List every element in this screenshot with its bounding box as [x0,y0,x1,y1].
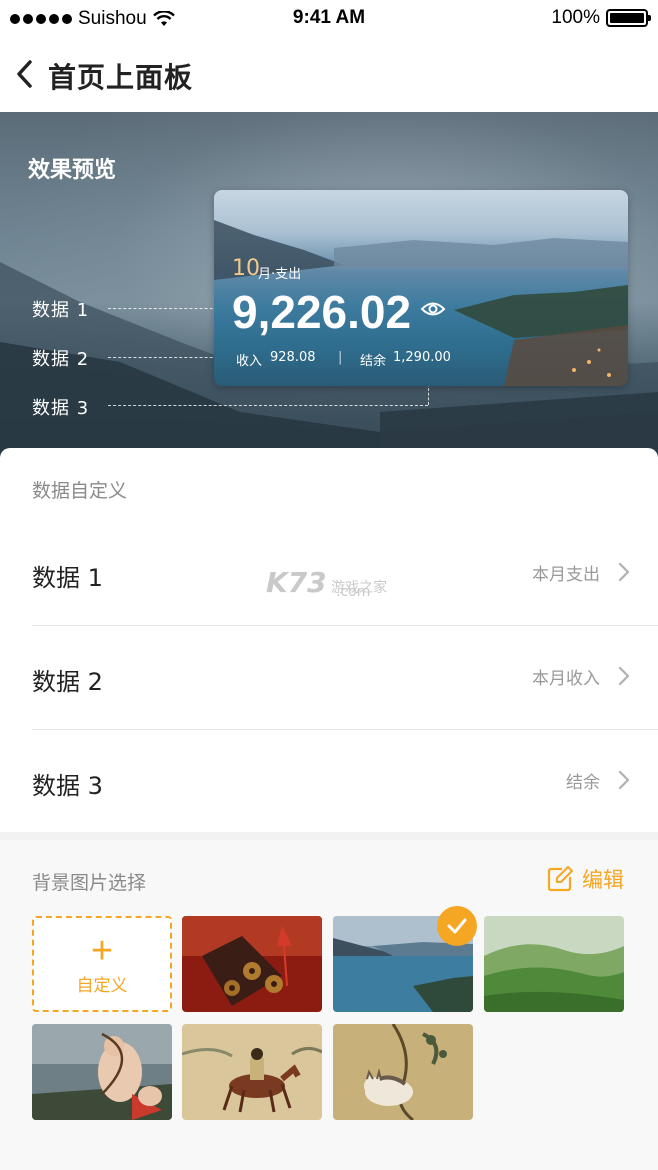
page-title: 首页上面板 [48,61,194,94]
background-section: 背景图片选择 编辑 + 自定义 [0,840,658,1170]
card-income-value: 928.08 [270,350,316,365]
chinese-knot-image [182,916,322,1012]
section-title-data: 数据自定义 [32,480,128,502]
preview-title: 效果预览 [28,158,117,183]
background-thumb-classical-painting[interactable] [32,1024,172,1120]
custom-label: 自定义 [76,975,128,996]
eye-icon [420,302,446,316]
card-amount: 9,226.02 [232,286,412,338]
check-icon [447,918,467,934]
edit-label: 编辑 [582,868,624,892]
green-hills-image [484,916,624,1012]
leader-line-2 [108,357,228,358]
chevron-right-icon [618,666,630,686]
custom-background-button[interactable]: + 自定义 [32,916,172,1012]
data-row-value: 结余 [566,773,600,793]
preview-label-2: 数据 2 [32,349,90,370]
horse-rider-image [182,1024,322,1120]
chevron-right-icon [618,562,630,582]
card-income-label: 收入 [236,354,263,369]
plus-icon: + [90,929,114,972]
background-thumb-horse-rider[interactable] [182,1024,322,1120]
preview-panel: 效果预览 数据 1 数据 2 数据 3 10 月·支出 9,226.02 收入 … [0,112,658,457]
back-button[interactable] [14,58,42,92]
preview-label-1: 数据 1 [32,300,90,321]
status-bar: Suishou 9:41 AM 100% [0,0,658,36]
background-thumb-cat-painting[interactable] [333,1024,473,1120]
section-gap [0,832,658,840]
card-month-label: 月·支出 [258,267,302,282]
background-thumb-green-hills[interactable] [484,916,624,1012]
data-custom-section: 数据自定义 数据 1 本月支出 数据 2 本月收入 数据 3 结余 [0,448,658,832]
preview-card: 10 月·支出 9,226.02 收入 928.08 | 结余 1,290.00 [214,190,628,386]
data-row-value: 本月支出 [532,565,600,585]
card-balance-label: 结余 [360,354,387,369]
data-row-label: 数据 2 [32,668,103,696]
data-row-3[interactable]: 数据 3 结余 [32,730,658,834]
data-row-2[interactable]: 数据 2 本月收入 [32,626,658,730]
leader-line-3 [108,405,428,406]
preview-label-3: 数据 3 [32,398,90,419]
data-row-label: 数据 1 [32,564,103,592]
background-thumb-chinese-knot[interactable] [182,916,322,1012]
selected-check-icon [437,906,477,946]
chevron-right-icon [618,770,630,790]
data-row-1[interactable]: 数据 1 本月支出 [32,522,658,626]
nav-bar: 首页上面板 [0,36,658,112]
data-row-value: 本月收入 [532,669,600,689]
edit-icon [547,866,573,892]
data-row-label: 数据 3 [32,772,103,800]
chevron-left-icon [17,60,32,88]
section-title-background: 背景图片选择 [32,872,147,894]
edit-button[interactable]: 编辑 [546,864,624,894]
card-separator: | [338,350,343,365]
battery-percent: 100% [551,7,600,28]
card-balance-value: 1,290.00 [393,350,451,365]
status-right: 100% [551,7,651,29]
leader-line-1 [108,308,228,309]
battery-icon [606,9,651,27]
cat-painting-image [333,1024,473,1120]
classical-painting-image [32,1024,172,1120]
card-month: 10 [232,256,260,281]
